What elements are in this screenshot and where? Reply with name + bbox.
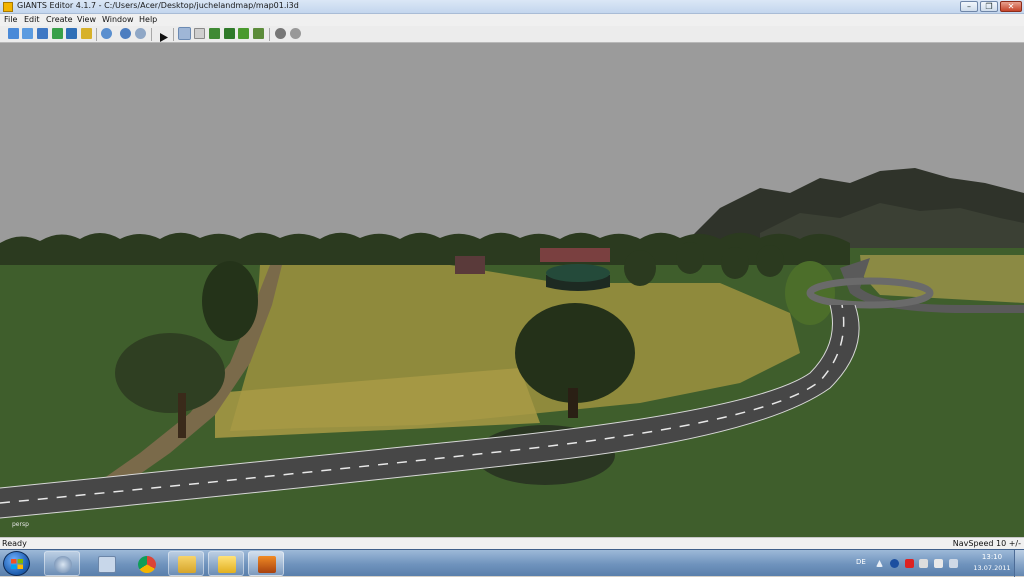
tree (676, 242, 704, 274)
menu-file[interactable]: File (4, 15, 17, 24)
start-button[interactable] (3, 551, 30, 576)
menu-edit[interactable]: Edit (24, 15, 40, 24)
menu-create[interactable]: Create (46, 15, 73, 24)
tree (115, 333, 225, 413)
move-tool-icon[interactable] (194, 28, 205, 39)
open-icon[interactable] (22, 28, 33, 39)
export-icon[interactable] (66, 28, 77, 39)
farm-barn (540, 248, 610, 262)
taskbar-calculator[interactable] (88, 551, 124, 576)
settings-gear-icon[interactable] (275, 28, 286, 39)
scene-render (0, 43, 1024, 537)
system-tray: DE 13:10 13.07.2011 (848, 550, 1024, 577)
menu-window[interactable]: Window (102, 15, 134, 24)
taskbar-teamspeak[interactable] (44, 551, 80, 576)
show-hidden-icons-icon[interactable] (876, 560, 883, 567)
clock-time[interactable]: 13:10 (974, 553, 1010, 561)
toolbar-separator (151, 28, 152, 41)
field-paint-icon[interactable] (253, 28, 264, 39)
chrome-icon (138, 556, 156, 573)
explorer-icon (178, 556, 196, 573)
taskbar-giants-editor[interactable] (248, 551, 284, 576)
toolbar-separator (96, 28, 97, 41)
redo-icon[interactable] (135, 28, 146, 39)
toolbar-separator (269, 28, 270, 41)
tree (202, 261, 258, 341)
import-icon[interactable] (81, 28, 92, 39)
minimize-button[interactable]: – (960, 1, 978, 12)
giants-app-icon (3, 2, 13, 12)
tree-trunk (178, 393, 186, 438)
scene-viewport[interactable]: persp (0, 43, 1024, 537)
foliage-paint-icon[interactable] (238, 28, 249, 39)
navspeed-indicator: NavSpeed 10 +/- (952, 539, 1021, 548)
clock-date[interactable]: 13.07.2011 (970, 564, 1014, 572)
refresh-icon[interactable] (101, 28, 112, 39)
calculator-icon (98, 556, 116, 573)
terrain-sculpt-icon[interactable] (209, 28, 220, 39)
language-indicator[interactable]: DE (856, 558, 866, 566)
signal-icon[interactable] (949, 559, 958, 568)
tree (721, 247, 749, 279)
device-icon[interactable] (919, 559, 928, 568)
new-scene-icon[interactable] (8, 28, 19, 39)
windows-taskbar: DE 13:10 13.07.2011 (0, 549, 1024, 577)
taskbar-chrome[interactable] (128, 551, 164, 576)
tree (756, 245, 784, 277)
restore-icon: ❐ (985, 2, 993, 11)
status-text: Ready (2, 539, 27, 548)
giants-editor-icon (258, 556, 276, 573)
teamspeak-icon (54, 556, 72, 573)
camera-label: persp (12, 521, 29, 528)
restore-button[interactable]: ❐ (980, 1, 998, 12)
select-tool-icon[interactable] (178, 27, 191, 40)
tree-trunk (568, 388, 578, 418)
toolbar (0, 26, 1024, 43)
taskbar-folder[interactable] (208, 551, 244, 576)
undo-icon[interactable] (120, 28, 131, 39)
taskbar-explorer[interactable] (168, 551, 204, 576)
toolbar-separator (173, 28, 174, 41)
action-center-flag-icon[interactable] (905, 559, 914, 568)
settings-gear-alt-icon[interactable] (290, 28, 301, 39)
volume-icon[interactable] (934, 559, 943, 568)
menu-help[interactable]: Help (139, 15, 157, 24)
status-bar: Ready NavSpeed 10 +/- (0, 537, 1024, 549)
close-icon: ✕ (1007, 2, 1015, 11)
window-title: GIANTS Editor 4.1.7 - C:/Users/Acer/Desk… (17, 1, 299, 10)
title-bar: GIANTS Editor 4.1.7 - C:/Users/Acer/Desk… (0, 0, 1024, 14)
network-globe-icon[interactable] (890, 559, 899, 568)
minimize-icon: – (967, 2, 971, 11)
folder-icon (218, 556, 236, 573)
silo-roof (546, 264, 610, 282)
terrain-paint-icon[interactable] (224, 28, 235, 39)
menu-view[interactable]: View (77, 15, 96, 24)
menu-bar: File Edit Create View Window Help (0, 14, 1024, 26)
play-icon[interactable] (158, 28, 169, 42)
start-orb-icon (11, 559, 23, 569)
tree (624, 250, 656, 286)
save-as-icon[interactable] (52, 28, 63, 39)
close-button[interactable]: ✕ (1000, 1, 1022, 12)
farm-building (455, 256, 485, 274)
save-icon[interactable] (37, 28, 48, 39)
show-desktop-button[interactable] (1014, 550, 1024, 577)
